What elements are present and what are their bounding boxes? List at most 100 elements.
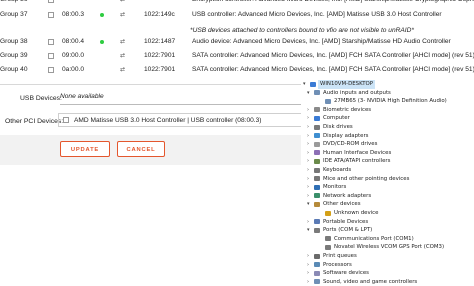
iommu-group-row: Group 39 09:00.0 ⇄ 1022:7901 SATA controller…	[0, 49, 474, 63]
pci-device-checkbox[interactable]	[63, 117, 69, 123]
expand-icon[interactable]: ›	[307, 218, 313, 227]
group-label: Group 40	[0, 66, 28, 73]
swap-arrow-icon: ⇄	[120, 53, 126, 59]
device-label: DVD/CD-ROM drives	[323, 141, 378, 148]
display-icon	[314, 133, 320, 139]
device-manager-tree: ▾ WIN10VM-DESKTOP ▾ Audio inputs and outp…	[301, 79, 474, 285]
device-label: Network adapters	[323, 192, 372, 199]
device-label: Software devices	[323, 270, 369, 277]
tree-root[interactable]: ▾ WIN10VM-DESKTOP	[303, 80, 471, 89]
cpu-icon	[314, 262, 320, 268]
pci-address: 08:00.3	[62, 11, 84, 18]
device-label: Display adapters	[323, 132, 369, 139]
expand-icon[interactable]: ›	[307, 192, 313, 201]
swap-arrow-icon: ⇄	[120, 39, 126, 45]
collapse-icon[interactable]: ▾	[307, 200, 313, 209]
tree-root-label: WIN10VM-DESKTOP	[318, 80, 375, 89]
collapse-icon[interactable]: ▾	[307, 226, 313, 235]
device-label: 27MB65 (3- NVIDIA High Definition Audio)	[334, 98, 447, 105]
mouse-icon	[314, 176, 320, 182]
expand-icon[interactable]: ›	[307, 140, 313, 149]
device-description: Audio device: Advanced Micro Devices, In…	[192, 38, 451, 45]
status-dot-icon	[100, 40, 104, 44]
pci-address: 0a:00.0	[62, 66, 84, 73]
device-label: Keyboards	[323, 167, 352, 173]
device-description: SATA controller: Advanced Micro Devices,…	[192, 52, 474, 59]
bind-vfio-checkbox[interactable]	[48, 39, 54, 45]
device-label: Communications Port (COM1)	[334, 235, 414, 242]
device-description: Encryption controller: Advanced Micro De…	[192, 0, 474, 7]
update-button[interactable]: UPDATE	[60, 141, 110, 157]
other-pci-devices-list[interactable]: AMD Matisse USB 3.0 Host Controller | US…	[58, 113, 310, 127]
computer-icon	[310, 81, 316, 87]
portable-icon	[314, 219, 320, 225]
device-label: Processors	[323, 261, 352, 268]
usb-devices-value: None available	[60, 91, 304, 105]
device-label: Computer	[323, 115, 350, 122]
speaker-icon	[325, 98, 331, 104]
bind-vfio-checkbox[interactable]	[48, 12, 54, 18]
device-label: Biometric devices	[323, 106, 372, 113]
pci-address: 09:00.0	[62, 52, 84, 59]
expand-icon[interactable]: ›	[307, 106, 313, 115]
warning-icon	[325, 210, 331, 216]
device-label: Print queues	[323, 253, 357, 259]
software-icon	[314, 270, 320, 276]
fingerprint-icon	[314, 107, 320, 113]
expand-icon[interactable]: ›	[307, 252, 313, 261]
swap-arrow-icon: ⇄	[120, 12, 126, 18]
device-label: Disk drives	[323, 124, 353, 130]
device-label: Audio inputs and outputs	[323, 89, 391, 96]
group-label: Group 36	[0, 0, 28, 7]
expand-icon[interactable]: ›	[307, 123, 313, 132]
expand-icon[interactable]: ›	[307, 261, 313, 270]
device-label: Unknown device	[334, 210, 379, 216]
expand-icon[interactable]: ›	[307, 157, 313, 166]
device-label: Portable Devices	[323, 218, 369, 225]
expand-icon[interactable]: ›	[307, 149, 313, 158]
bind-vfio-checkbox[interactable]	[48, 67, 54, 73]
expand-icon[interactable]: ›	[307, 166, 313, 175]
speaker-icon	[314, 90, 320, 96]
device-label: IDE ATA/ATAPI controllers	[323, 158, 391, 165]
device-label: Monitors	[323, 184, 347, 191]
iommu-group-row: Group 40 0a:00.0 ⇄ 1022:7901 SATA controller…	[0, 63, 474, 77]
device-label: Mice and other pointing devices	[323, 175, 410, 182]
port-icon	[314, 227, 320, 233]
bind-vfio-checkbox[interactable]	[48, 53, 54, 59]
expand-icon[interactable]: ›	[307, 269, 313, 278]
expand-icon[interactable]: ›	[307, 132, 313, 141]
collapse-icon[interactable]: ▾	[307, 89, 313, 98]
cancel-button[interactable]: CANCEL	[117, 141, 165, 157]
keyboard-icon	[314, 167, 320, 173]
swap-arrow-icon: ⇄	[120, 0, 126, 3]
device-label: Novatel Wireless VCOM GPS Port (COM3)	[334, 244, 445, 251]
usb-vfio-note: *USB devices attached to controllers bou…	[190, 27, 414, 34]
device-label: Other devices	[323, 201, 361, 208]
monitor-icon	[314, 184, 320, 190]
bind-vfio-checkbox[interactable]	[48, 0, 54, 3]
network-icon	[314, 193, 320, 199]
usb-devices-label: USB Devices:	[20, 95, 62, 102]
expand-icon[interactable]: ›	[307, 183, 313, 192]
iommu-group-row: Group 38 08:00.4 ⇄ 1022:1487 Audio device: A…	[0, 35, 451, 49]
expand-icon[interactable]: ›	[307, 114, 313, 123]
printer-icon	[314, 253, 320, 259]
pci-id: 1022:149c	[144, 11, 175, 18]
dvd-icon	[314, 141, 320, 147]
other-pci-devices-label: Other PCI Devices:	[5, 118, 64, 125]
iommu-group-row: Group 36 ⇄ Encryption controller: Advanced…	[0, 0, 474, 7]
ide-icon	[314, 158, 320, 164]
expand-icon[interactable]: ›	[307, 175, 313, 184]
collapse-icon[interactable]: ▾	[303, 80, 309, 89]
pci-address: 08:00.4	[62, 38, 84, 45]
pci-id: 1022:7901	[144, 66, 176, 73]
disk-icon	[314, 124, 320, 130]
divider	[0, 84, 318, 85]
group-label: Group 38	[0, 38, 28, 45]
pci-id: 1022:1487	[144, 38, 176, 45]
status-dot-icon	[100, 13, 104, 17]
swap-arrow-icon: ⇄	[120, 67, 126, 73]
device-description: USB controller: Advanced Micro Devices, …	[192, 11, 442, 18]
other-devices-icon	[314, 201, 320, 207]
